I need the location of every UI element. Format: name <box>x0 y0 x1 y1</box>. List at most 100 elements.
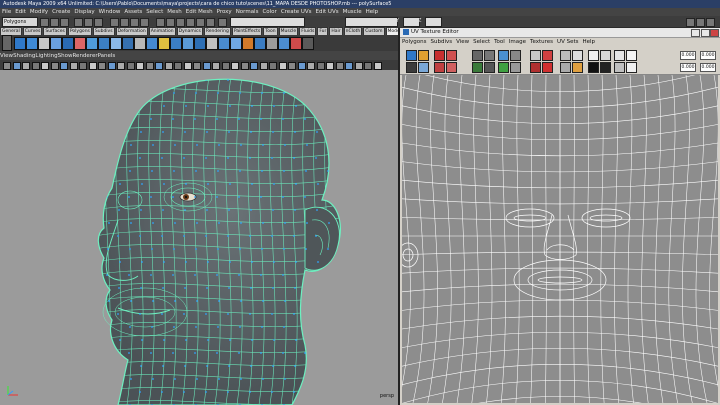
menu-mesh[interactable]: Mesh <box>165 8 183 16</box>
alpha-icon[interactable] <box>600 50 611 61</box>
paste-uv-icon[interactable] <box>626 62 637 73</box>
shelf-tool-22-icon[interactable] <box>266 37 278 50</box>
align-u-icon[interactable] <box>510 50 521 61</box>
save-scene-icon[interactable] <box>60 18 69 27</box>
viewport-tool-22-icon[interactable] <box>202 62 211 70</box>
shelf-menu-icon[interactable] <box>2 35 12 51</box>
viewport-menu-show[interactable]: Show <box>58 53 73 59</box>
viewport-tool-23-icon[interactable] <box>212 62 220 70</box>
new-scene-icon[interactable] <box>40 18 49 27</box>
shelf-tool-12-icon[interactable] <box>146 37 158 50</box>
viewport-tool-12-icon[interactable] <box>107 62 116 70</box>
sew-uv-icon[interactable] <box>484 50 495 61</box>
uv-menu-image[interactable]: Image <box>507 38 528 47</box>
viewport-menu-lighting[interactable]: Lighting <box>35 53 57 59</box>
viewport-tool-19-icon[interactable] <box>174 62 182 70</box>
uv-menu-polygons[interactable]: Polygons <box>400 38 428 47</box>
menu-window[interactable]: Window <box>97 8 123 16</box>
shelf-tool-14-icon[interactable] <box>170 37 182 50</box>
viewport-tool-14-icon[interactable] <box>126 62 135 70</box>
dim-image-icon[interactable] <box>572 50 583 61</box>
viewport-tool-24-icon[interactable] <box>221 62 230 70</box>
uv-menu-tool[interactable]: Tool <box>492 38 507 47</box>
viewport-tool-1-icon[interactable] <box>3 62 11 70</box>
menu-normals[interactable]: Normals <box>234 8 261 16</box>
filter-image-icon[interactable] <box>560 62 571 73</box>
v-value-field[interactable]: 0.000 <box>700 51 716 60</box>
viewport-tool-37-icon[interactable] <box>345 62 353 70</box>
viewport-tool-33-icon[interactable] <box>307 62 315 70</box>
menu-file[interactable]: File <box>0 8 13 16</box>
shelf-tool-1-icon[interactable] <box>14 37 26 50</box>
viewport-tool-17-icon[interactable] <box>155 62 163 70</box>
shelf-tool-24-icon[interactable] <box>290 37 302 50</box>
viewport-tool-13-icon[interactable] <box>117 62 125 70</box>
menu-muscle[interactable]: Muscle <box>341 8 364 16</box>
menu-help[interactable]: Help <box>364 8 381 16</box>
ipr-render-icon[interactable] <box>176 18 185 27</box>
uv-menu-help[interactable]: Help <box>580 38 597 47</box>
u-value-field[interactable]: 0.000 <box>680 51 696 60</box>
close-icon[interactable] <box>710 29 719 37</box>
render-view-icon[interactable] <box>206 18 215 27</box>
absolute-transform-field[interactable] <box>230 17 305 27</box>
viewport-tool-38-icon[interactable] <box>354 62 363 70</box>
flip-v-icon[interactable] <box>446 50 457 61</box>
display-image-icon[interactable] <box>560 50 571 61</box>
viewport-tool-9-icon[interactable] <box>79 62 87 70</box>
viewport-tool-16-icon[interactable] <box>145 62 154 70</box>
open-scene-icon[interactable] <box>50 18 59 27</box>
uv-menu-uv-sets[interactable]: UV Sets <box>555 38 580 47</box>
uv-menu-view[interactable]: View <box>454 38 471 47</box>
copy-uv-icon[interactable] <box>626 50 637 61</box>
pixel-snap-icon[interactable] <box>614 62 625 73</box>
viewport-tool-18-icon[interactable] <box>164 62 173 70</box>
v-offset-field[interactable]: 0.000 <box>700 63 716 72</box>
pin-icon[interactable] <box>542 62 553 73</box>
image-range-icon[interactable] <box>614 50 625 61</box>
uv-menu-select[interactable]: Select <box>471 38 492 47</box>
mode-dropdown[interactable]: Polygons <box>2 17 38 27</box>
select-object-icon[interactable] <box>84 18 93 27</box>
shelf-tool-7-icon[interactable] <box>86 37 98 50</box>
shelf-tool-2-icon[interactable] <box>26 37 38 50</box>
menu-edit-uvs[interactable]: Edit UVs <box>314 8 341 16</box>
viewport-tool-21-icon[interactable] <box>193 62 201 70</box>
viewport-tool-20-icon[interactable] <box>183 62 192 70</box>
viewport-tool-10-icon[interactable] <box>88 62 97 70</box>
viewport-tool-3-icon[interactable] <box>22 62 30 70</box>
shelf-tool-11-icon[interactable] <box>134 37 146 50</box>
align-v-icon[interactable] <box>510 62 521 73</box>
viewport-tool-15-icon[interactable] <box>136 62 144 70</box>
menu-color[interactable]: Color <box>260 8 278 16</box>
shelf-tool-4-icon[interactable] <box>50 37 62 50</box>
menu-select[interactable]: Select <box>144 8 165 16</box>
viewport-tool-7-icon[interactable] <box>60 62 68 70</box>
uv-menu-textures[interactable]: Textures <box>528 38 555 47</box>
checker-icon[interactable] <box>572 62 583 73</box>
viewport-tool-25-icon[interactable] <box>231 62 239 70</box>
grid-icon[interactable] <box>498 50 509 61</box>
relax-icon[interactable] <box>542 50 553 61</box>
viewport-tool-2-icon[interactable] <box>12 62 21 70</box>
viewport-tool-5-icon[interactable] <box>41 62 49 70</box>
viewport-tool-32-icon[interactable] <box>297 62 306 70</box>
menu-display[interactable]: Display <box>72 8 96 16</box>
viewport-tool-31-icon[interactable] <box>288 62 296 70</box>
menu-create-uvs[interactable]: Create UVs <box>279 8 314 16</box>
hypershade-icon[interactable] <box>196 18 205 27</box>
channel-box-icon[interactable] <box>706 18 715 27</box>
shelf-tool-17-icon[interactable] <box>206 37 218 50</box>
attribute-editor-icon[interactable] <box>686 18 695 27</box>
shelf-tool-9-icon[interactable] <box>110 37 122 50</box>
uv-layout-view[interactable] <box>402 75 718 403</box>
layout-icon[interactable] <box>484 62 495 73</box>
viewport-tool-36-icon[interactable] <box>335 62 344 70</box>
viewport-tool-29-icon[interactable] <box>269 62 277 70</box>
viewport-tool-8-icon[interactable] <box>69 62 78 70</box>
menu-assets[interactable]: Assets <box>122 8 144 16</box>
shelf-tool-5-icon[interactable] <box>62 37 74 50</box>
flip-u-icon[interactable] <box>434 50 445 61</box>
viewport-tool-28-icon[interactable] <box>259 62 268 70</box>
coord-z-field[interactable] <box>425 17 442 27</box>
